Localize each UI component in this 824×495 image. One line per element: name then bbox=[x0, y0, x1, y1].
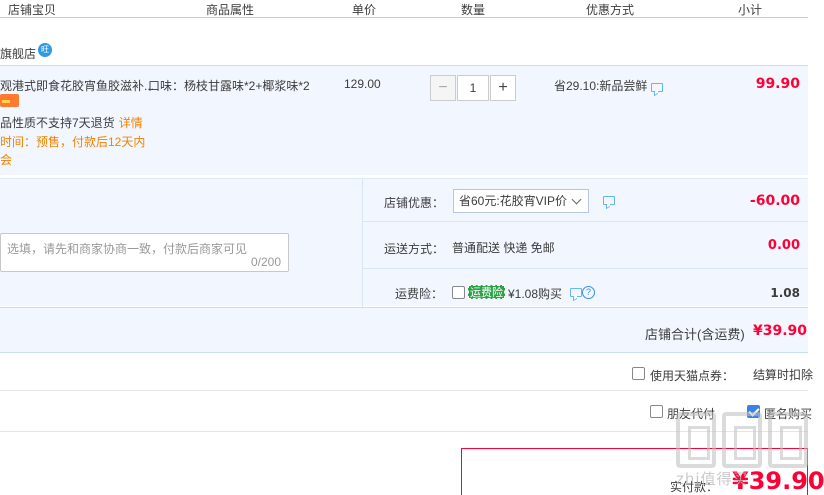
shipping-amount: 0.00 bbox=[767, 238, 800, 253]
shipping-method: 普通配送 快递 免邮 bbox=[452, 241, 555, 255]
message-placeholder: 选填，请先和商家协商一致，付款后商家可见 bbox=[7, 242, 248, 256]
buyer-message-input[interactable]: 选填，请先和商家协商一致，付款后商家可见 0/200 bbox=[0, 233, 289, 272]
col-subtotal: 小计 bbox=[738, 3, 763, 17]
shop-name[interactable]: 旗舰店 bbox=[0, 45, 36, 62]
quantity-input[interactable]: 1 bbox=[457, 75, 489, 101]
points-deduct-note: 结算时扣除 bbox=[753, 368, 814, 382]
help-icon[interactable]: ? bbox=[582, 286, 595, 299]
shipping-label: 运送方式： bbox=[384, 242, 445, 256]
item-unit-price: 129.00 bbox=[344, 77, 381, 91]
discount-info-icon[interactable] bbox=[603, 196, 615, 205]
return-note-text: 品性质不支持7天退货 bbox=[0, 116, 115, 130]
divider bbox=[362, 268, 808, 269]
insurance-badge: 运费险 bbox=[468, 285, 505, 299]
column-header-row: 店铺宝贝 商品属性 单价 数量 优惠方式 小计 bbox=[0, 0, 808, 18]
item-discount: 省29.10:新品尝鲜 bbox=[554, 79, 648, 93]
insurance-info-icon[interactable] bbox=[570, 288, 582, 297]
divider bbox=[362, 221, 808, 222]
col-discount: 优惠方式 bbox=[586, 3, 635, 17]
use-points-checkbox[interactable] bbox=[632, 367, 645, 380]
insurance-price: ¥1.08购买 bbox=[508, 287, 563, 301]
return-detail-link[interactable]: 详情 bbox=[119, 116, 143, 130]
watermark-glyph bbox=[722, 412, 762, 468]
col-quantity: 数量 bbox=[461, 3, 486, 17]
quantity-plus-button[interactable]: + bbox=[490, 75, 516, 101]
insurance-label: 运费险： bbox=[395, 287, 444, 301]
insurance-amount: 1.08 bbox=[770, 286, 800, 300]
col-price: 单价 bbox=[352, 3, 377, 17]
coupon-points-row: 使用天猫点券： 结算时扣除 bbox=[0, 354, 813, 391]
shop-total-label: 店铺合计(含运费) bbox=[645, 327, 745, 342]
item-property: 口味：杨枝甘露味*2+椰浆味*2 bbox=[148, 79, 310, 93]
message-char-count: 0/200 bbox=[250, 255, 281, 269]
wangwang-chat-icon[interactable]: 旺 bbox=[38, 43, 52, 57]
shop-discount-amount: -60.00 bbox=[749, 193, 800, 209]
divider bbox=[362, 179, 363, 307]
quantity-minus-button[interactable]: − bbox=[430, 75, 456, 101]
watermark-glyph bbox=[676, 412, 716, 468]
shop-discount-select[interactable]: 省60元:花胶宵VIP价 bbox=[453, 189, 589, 213]
use-points-label: 使用天猫点券： bbox=[650, 369, 735, 383]
shop-discount-label: 店铺优惠： bbox=[384, 196, 445, 210]
friend-pay-checkbox[interactable] bbox=[650, 405, 663, 418]
shop-total-bar: 店铺合计(含运费) ¥39.90 bbox=[0, 307, 808, 353]
chevron-down-icon bbox=[571, 194, 582, 205]
order-options: 店铺优惠： 省60元:花胶宵VIP价 -60.00 选填，请先和商家协商一致，付… bbox=[0, 178, 808, 307]
delivery-time-note: 时间：预售，付款后12天内 bbox=[0, 135, 146, 149]
order-item: 观港式即食花胶宵鱼胶滋补... 口味：杨枝甘露味*2+椰浆味*2 129.00 … bbox=[0, 65, 808, 175]
insurance-checkbox[interactable] bbox=[452, 286, 465, 299]
watermark-logo bbox=[676, 412, 816, 472]
shop-total-amount: ¥39.90 bbox=[753, 323, 808, 339]
col-property: 商品属性 bbox=[206, 3, 255, 17]
discount-info-icon[interactable] bbox=[651, 83, 663, 92]
watermark-text: zhi值得买 bbox=[676, 470, 749, 488]
item-title[interactable]: 观港式即食花胶宵鱼胶滋补... bbox=[0, 77, 154, 94]
credit-card-icon bbox=[0, 94, 19, 107]
return-note: 品性质不支持7天退货 详情 bbox=[0, 114, 143, 131]
watermark-glyph bbox=[768, 412, 808, 468]
item-extra-note: 会 bbox=[0, 153, 13, 167]
col-shop-item: 店铺宝贝 bbox=[8, 3, 57, 17]
shop-discount-value: 省60元:花胶宵VIP价 bbox=[459, 194, 568, 208]
item-subtotal: 99.90 bbox=[755, 76, 800, 92]
